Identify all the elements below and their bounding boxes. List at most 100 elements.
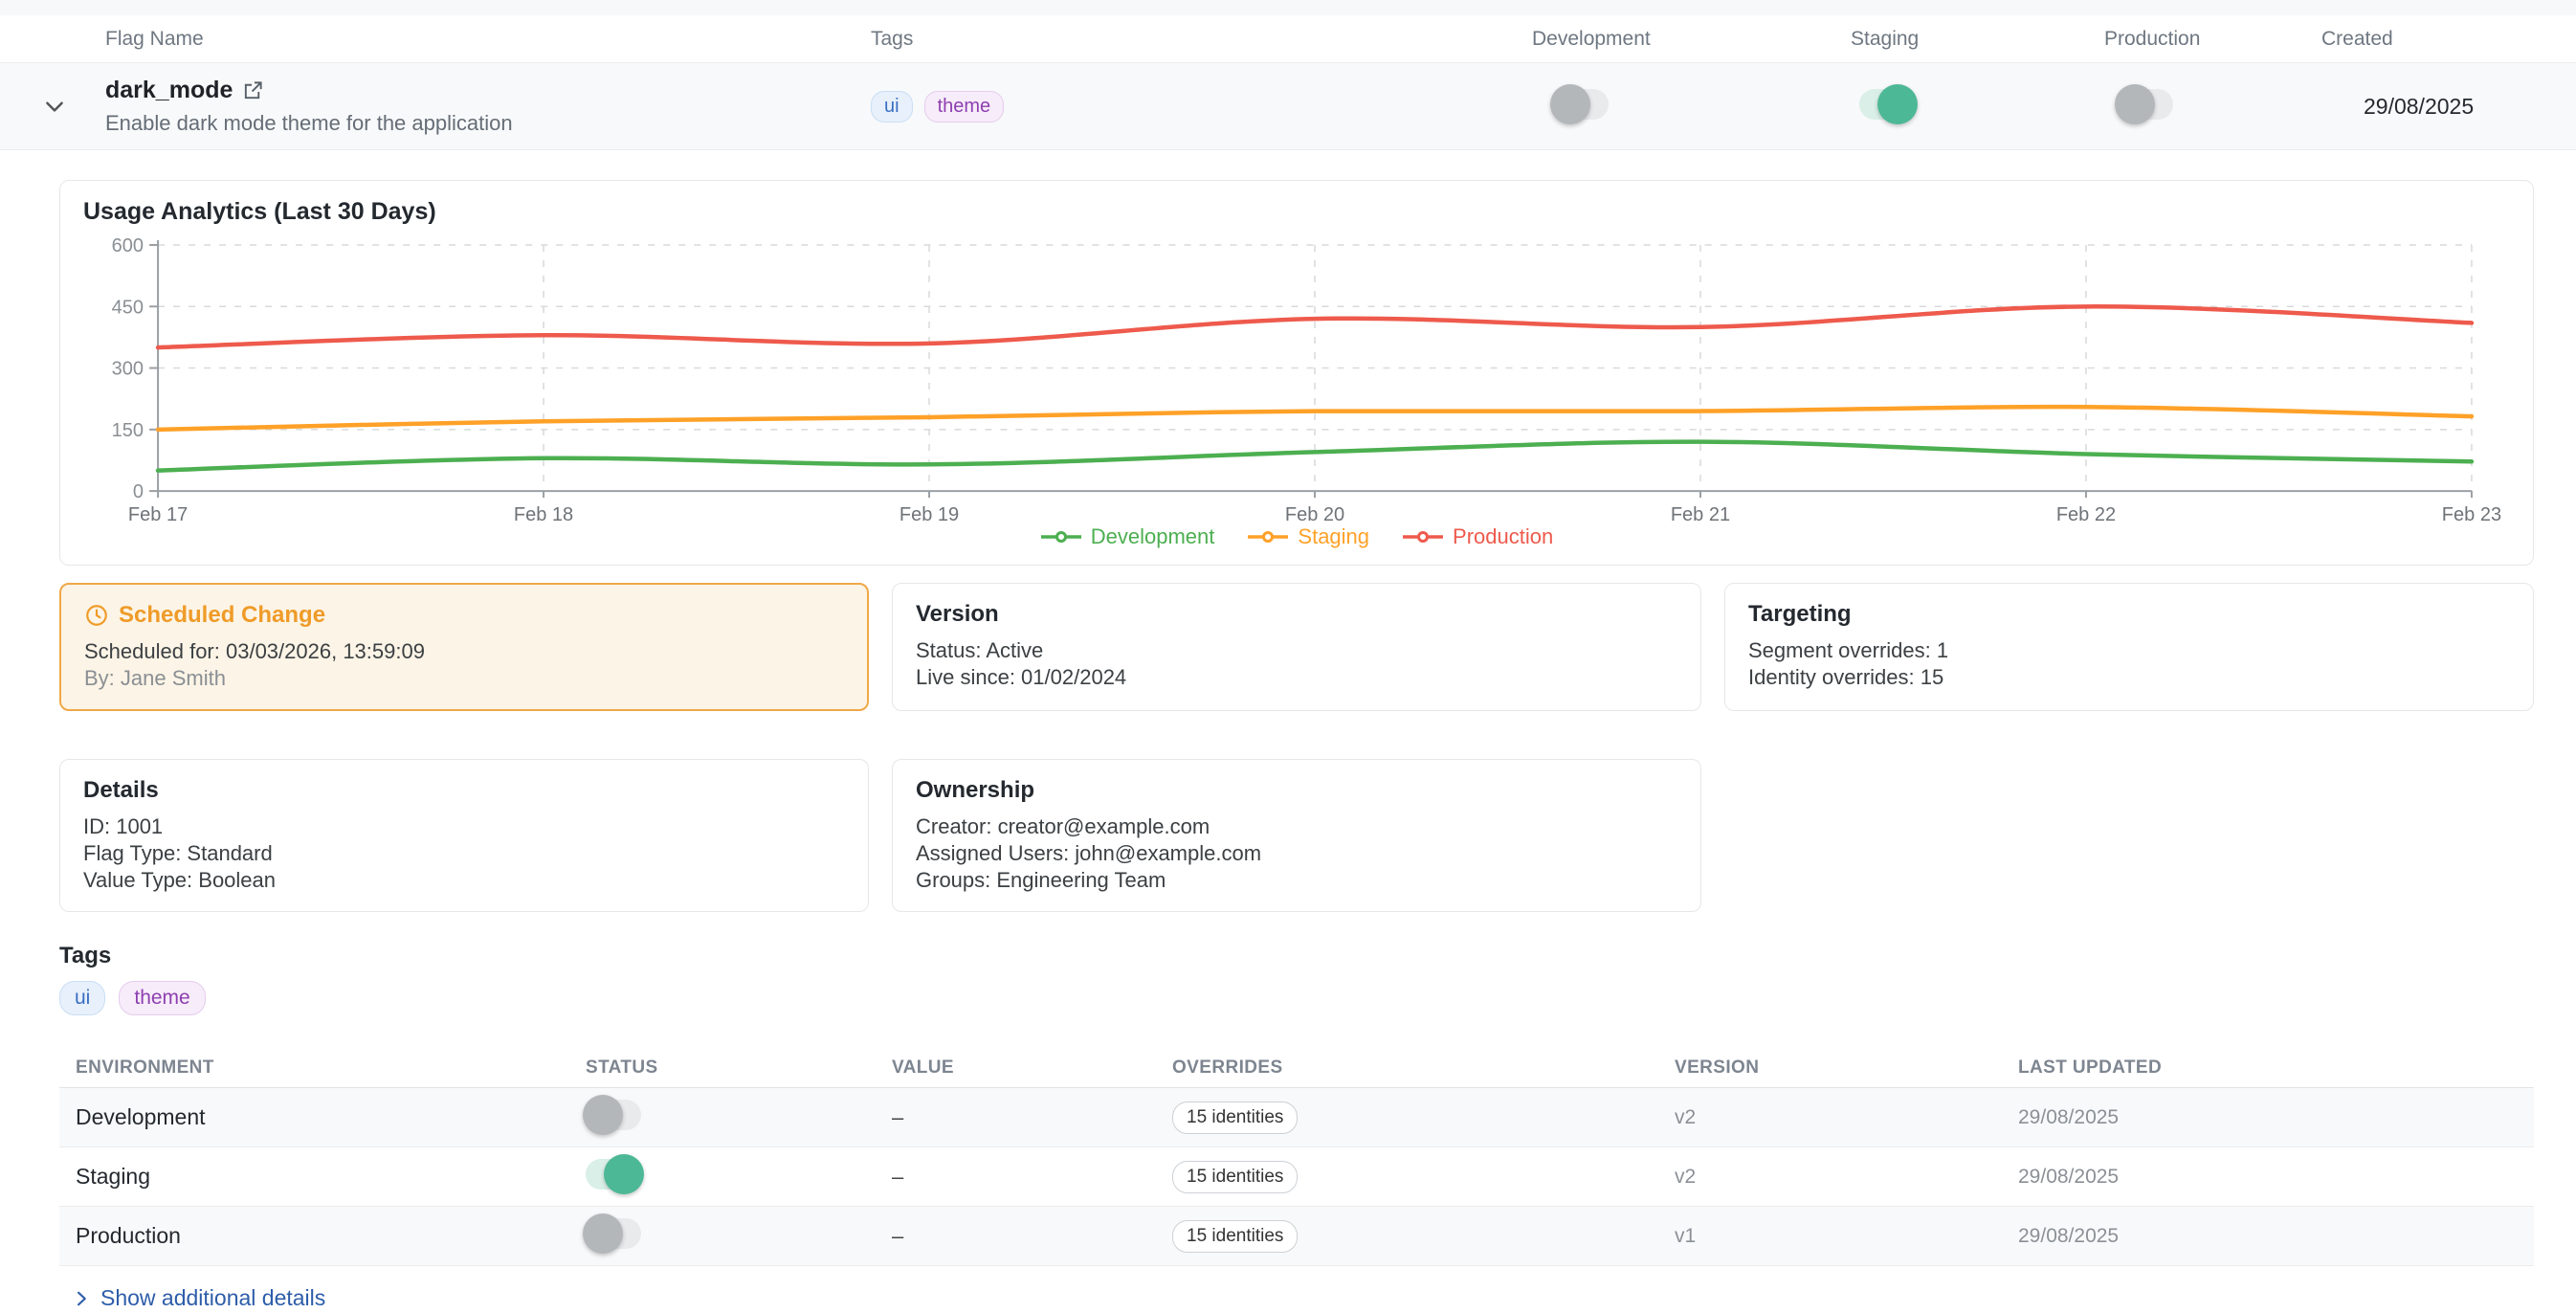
production-toggle[interactable] [2118, 89, 2173, 120]
identities-overrides-button[interactable]: 15 identities [1172, 1220, 1298, 1253]
details-card: Details ID: 1001 Flag Type: Standard Val… [59, 759, 869, 912]
svg-text:600: 600 [112, 235, 144, 256]
info-cards-row-1: Scheduled Change Scheduled for: 03/03/20… [59, 583, 2534, 711]
identity-overrides: Identity overrides: 15 [1748, 664, 2510, 691]
targeting-card-title: Targeting [1748, 601, 2510, 628]
column-header-environment: ENVIRONMENT [76, 1057, 586, 1079]
flag-type: Flag Type: Standard [83, 840, 845, 867]
svg-text:Feb 20: Feb 20 [1285, 504, 1344, 523]
environment-value: – [892, 1105, 1172, 1130]
scheduled-by-text: By: Jane Smith [84, 665, 844, 692]
chevron-right-icon [72, 1289, 91, 1308]
version-live-since: Live since: 01/02/2024 [916, 664, 1677, 691]
legend-marker-icon [1247, 530, 1289, 544]
scheduled-change-title: Scheduled Change [119, 602, 325, 629]
environment-version: v2 [1675, 1166, 2018, 1189]
toggle-knob [1877, 84, 1918, 124]
show-additional-details-link[interactable]: Show additional details [0, 1266, 2576, 1313]
column-header-development: Development [1532, 28, 1851, 51]
external-link-icon[interactable] [242, 79, 264, 101]
collapse-chevron-icon[interactable] [42, 94, 67, 119]
environment-value: – [892, 1165, 1172, 1190]
creator: Creator: creator@example.com [916, 813, 1677, 840]
scheduled-for-text: Scheduled for: 03/03/2026, 13:59:09 [84, 638, 844, 665]
legend-marker-icon [1040, 530, 1082, 544]
env-row-staging: Staging – 15 identities v2 29/08/2025 [59, 1147, 2534, 1207]
column-header-tags: Tags [871, 28, 1532, 51]
flag-tags-cell: ui theme [871, 91, 1532, 122]
segment-overrides: Segment overrides: 1 [1748, 637, 2510, 664]
svg-text:0: 0 [133, 481, 144, 502]
flag-row-dark-mode: dark_mode Enable dark mode theme for the… [0, 63, 2576, 150]
legend-item-staging[interactable]: Staging [1247, 524, 1369, 549]
environment-table-header: ENVIRONMENT STATUS VALUE OVERRIDES VERSI… [59, 1048, 2534, 1088]
chart-legend: Development Staging Production [83, 524, 2510, 555]
flag-created-date: 29/08/2025 [2364, 94, 2576, 120]
staging-toggle[interactable] [1859, 89, 1915, 120]
development-toggle[interactable] [1553, 89, 1609, 120]
tag-badge-ui: ui [871, 91, 913, 122]
environment-name: Production [76, 1223, 586, 1249]
legend-item-production[interactable]: Production [1402, 524, 1553, 549]
show-additional-details-label: Show additional details [100, 1285, 325, 1311]
environment-last-updated: 29/08/2025 [2018, 1225, 2534, 1248]
svg-text:Feb 19: Feb 19 [899, 504, 959, 523]
identities-overrides-button[interactable]: 15 identities [1172, 1161, 1298, 1193]
environment-version: v2 [1675, 1106, 2018, 1129]
environment-name: Development [76, 1104, 586, 1130]
svg-text:Feb 18: Feb 18 [514, 504, 573, 523]
column-header-version: VERSION [1675, 1057, 2018, 1079]
flag-table-header: Flag Name Tags Development Staging Produ… [0, 15, 2576, 63]
version-status: Status: Active [916, 637, 1677, 664]
development-status-toggle[interactable] [586, 1100, 641, 1130]
tag-badge-theme: theme [119, 981, 205, 1015]
column-header-staging: Staging [1851, 28, 2104, 51]
tag-badge-ui: ui [59, 981, 105, 1015]
environment-last-updated: 29/08/2025 [2018, 1106, 2534, 1129]
clock-icon [84, 603, 109, 628]
legend-marker-icon [1402, 530, 1444, 544]
info-cards-row-2: Details ID: 1001 Flag Type: Standard Val… [59, 759, 2534, 912]
chart-title: Usage Analytics (Last 30 Days) [83, 198, 2510, 226]
value-type: Value Type: Boolean [83, 867, 845, 894]
column-header-last-updated: LAST UPDATED [2018, 1057, 2534, 1079]
svg-text:Feb 23: Feb 23 [2442, 504, 2501, 523]
environment-table: ENVIRONMENT STATUS VALUE OVERRIDES VERSI… [59, 1048, 2534, 1266]
env-row-development: Development – 15 identities v2 29/08/202… [59, 1088, 2534, 1147]
legend-label: Development [1091, 524, 1215, 549]
staging-toggle-cell [1851, 89, 2104, 124]
page-top-strip [0, 0, 2576, 15]
environment-version: v1 [1675, 1225, 2018, 1248]
env-row-production: Production – 15 identities v1 29/08/2025 [59, 1207, 2534, 1266]
production-status-toggle[interactable] [586, 1218, 641, 1249]
tags-section: Tags ui theme [59, 943, 2534, 1015]
flag-main-cell: dark_mode Enable dark mode theme for the… [0, 77, 871, 136]
svg-text:Feb 17: Feb 17 [128, 504, 188, 523]
environment-value: – [892, 1224, 1172, 1249]
column-header-overrides: OVERRIDES [1172, 1057, 1675, 1079]
legend-item-development[interactable]: Development [1040, 524, 1215, 549]
identities-overrides-button[interactable]: 15 identities [1172, 1102, 1298, 1134]
ownership-card: Ownership Creator: creator@example.com A… [892, 759, 1701, 912]
development-toggle-cell [1532, 89, 1851, 124]
usage-analytics-card: Usage Analytics (Last 30 Days) 015030045… [59, 180, 2534, 566]
details-card-title: Details [83, 777, 845, 804]
toggle-knob [2115, 84, 2155, 124]
column-header-created: Created [2321, 28, 2576, 51]
column-header-status: STATUS [586, 1057, 892, 1079]
column-header-value: VALUE [892, 1057, 1172, 1079]
flag-name[interactable]: dark_mode [105, 77, 233, 104]
svg-text:150: 150 [112, 420, 144, 441]
flag-detail-panel: Usage Analytics (Last 30 Days) 015030045… [0, 180, 2576, 1313]
version-card: Version Status: Active Live since: 01/02… [892, 583, 1701, 711]
toggle-knob [1550, 84, 1590, 124]
staging-status-toggle[interactable] [586, 1159, 641, 1190]
version-card-title: Version [916, 601, 1677, 628]
toggle-knob [604, 1154, 644, 1194]
toggle-knob [583, 1095, 623, 1135]
ownership-card-title: Ownership [916, 777, 1677, 804]
svg-text:Feb 22: Feb 22 [2056, 504, 2116, 523]
toggle-knob [583, 1213, 623, 1254]
flag-description: Enable dark mode theme for the applicati… [105, 111, 871, 136]
legend-label: Staging [1298, 524, 1369, 549]
